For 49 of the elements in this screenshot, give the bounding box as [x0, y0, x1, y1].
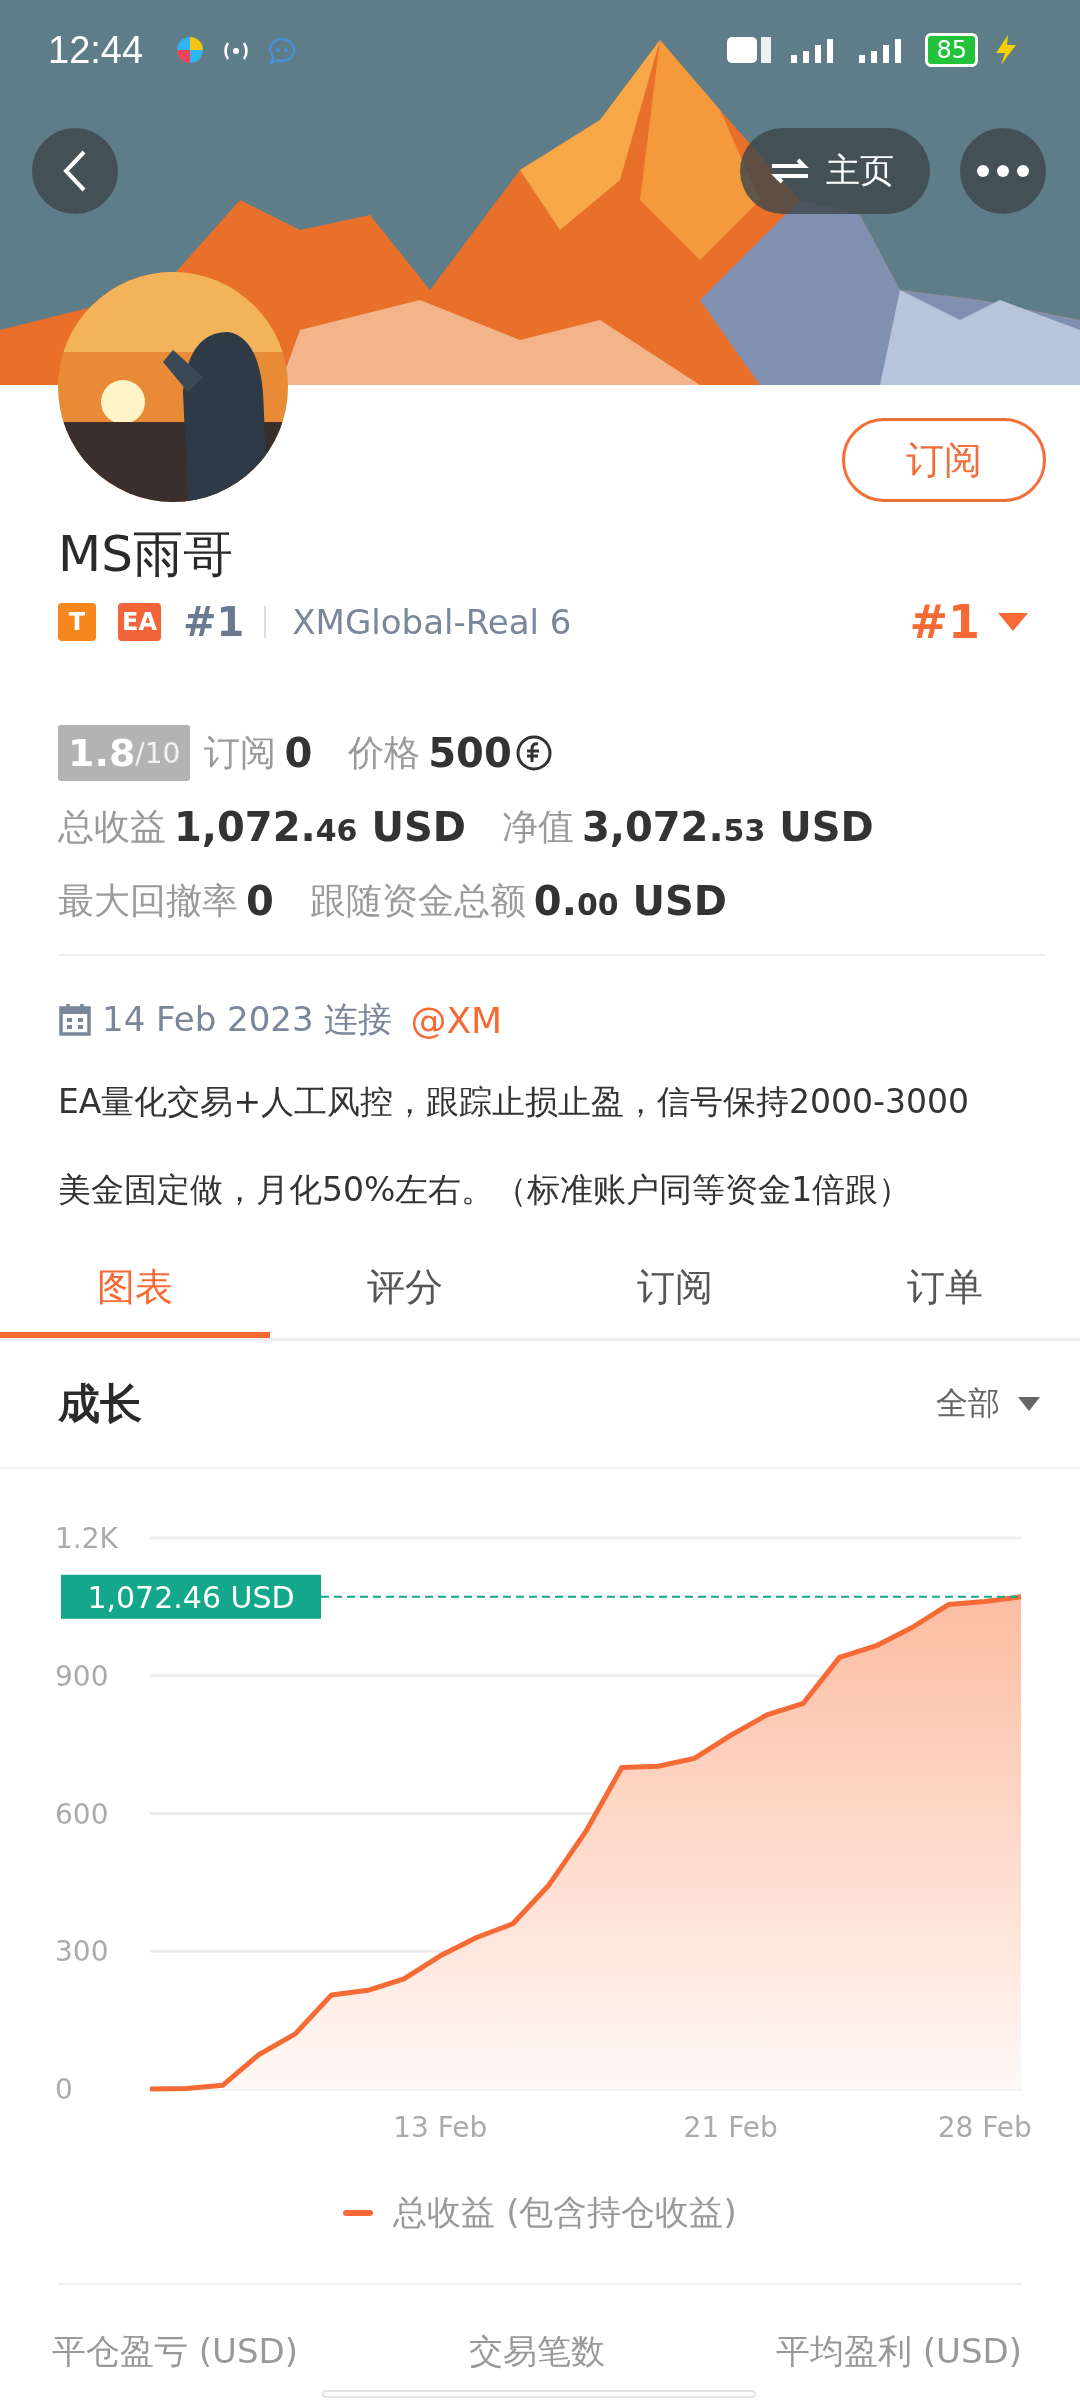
axis-label: 600 — [55, 1797, 109, 1831]
axis-label: 13 Feb — [393, 2111, 488, 2144]
stat-label: 平仓盈亏 (USD) — [52, 2330, 298, 2373]
stat-label: 最大回撤率 — [58, 878, 238, 923]
stat-label: 跟随资金总额 — [309, 878, 526, 923]
subscribe-button[interactable]: 订阅 — [842, 418, 1046, 502]
stat-label: 平均盈利 (USD) — [776, 2330, 1022, 2373]
ref-line-label: 1,072.46 USD — [87, 1579, 295, 1615]
score-max: /10 — [135, 736, 181, 770]
tab[interactable]: 订阅 — [540, 1242, 810, 1338]
axis-label: 300 — [55, 1935, 109, 1969]
rank-dropdown[interactable]: #1 — [909, 595, 1046, 649]
stat-value: 1,072.46 USD — [174, 804, 466, 850]
stat-label: 净值 — [501, 804, 574, 849]
axis-label: 0 — [55, 2073, 73, 2106]
description: EA量化交易+人工风控，跟踪止损止盈，信号保持2000-3000美金固定做，月化50%左右。（标准账户同等资金1倍跟） — [58, 1081, 970, 1211]
legend-swatch — [343, 2210, 374, 2216]
calendar-icon — [58, 1003, 92, 1037]
axis-label: 1.2K — [55, 1522, 118, 1555]
coin-icon — [515, 735, 552, 771]
tag: T — [58, 603, 96, 641]
rank: #1 — [182, 599, 245, 645]
stat-label: 价格 — [348, 730, 421, 775]
stat-value: 3,072.53 USD — [581, 804, 874, 850]
axis-label: 28 Feb — [937, 2111, 1032, 2144]
tab[interactable]: 评分 — [270, 1242, 540, 1338]
connection-date: 14 Feb 2023 连接 — [102, 998, 393, 1041]
tag: EA — [118, 603, 161, 641]
server-name: XMGlobal-Real 6 — [292, 602, 572, 642]
stat-label: 总收益 — [58, 804, 166, 849]
broker-link[interactable]: @XM — [410, 999, 503, 1041]
tab[interactable]: 订单 — [810, 1242, 1080, 1338]
score: 1.8 — [68, 731, 136, 775]
section-title: 成长 — [58, 1378, 142, 1430]
stat-value: 500 — [428, 730, 512, 776]
axis-label: 900 — [55, 1659, 109, 1693]
value-tag: 1,072.46 USD — [61, 1574, 321, 1619]
range-dropdown[interactable]: 全部 — [930, 1381, 1046, 1427]
trader-name: MS雨哥 — [58, 524, 234, 584]
axis-label: 21 Feb — [683, 2111, 778, 2144]
legend-label: 总收益 (包含持仓收益) — [393, 2191, 737, 2234]
caret-icon — [998, 613, 1028, 631]
stat-value: 0.00 USD — [533, 878, 728, 924]
caret-icon — [1018, 1397, 1040, 1411]
tab[interactable]: 图表 — [0, 1242, 270, 1338]
stat-value: 0 — [246, 878, 274, 924]
stat-label: 订阅 — [204, 730, 277, 775]
stat-value: 0 — [284, 730, 313, 776]
stat-label: 交易笔数 — [469, 2330, 605, 2373]
